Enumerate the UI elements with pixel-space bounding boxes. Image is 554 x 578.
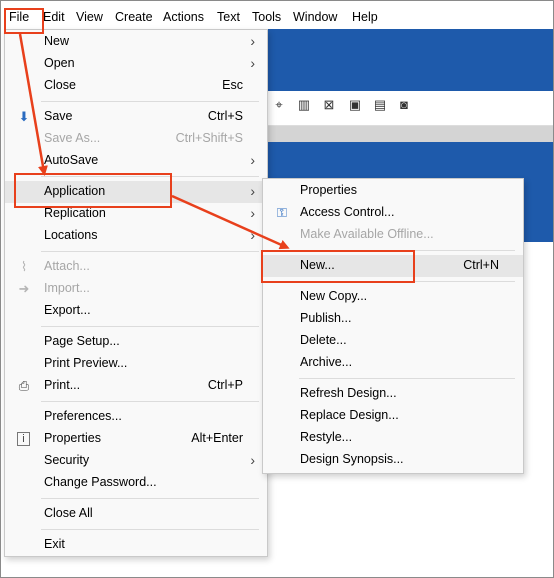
menu-item-attach[interactable]: ⌇ Attach...: [5, 256, 267, 278]
menu-item-change-password[interactable]: Change Password...: [5, 472, 267, 494]
submenu-item-new[interactable]: New... Ctrl+N: [263, 255, 523, 277]
delete-doc-icon[interactable]: ⊠: [321, 96, 337, 114]
menu-actions[interactable]: Actions: [163, 5, 204, 29]
menu-edit[interactable]: Edit: [43, 5, 65, 29]
chevron-right-icon: ›: [250, 33, 255, 49]
chevron-right-icon: ›: [250, 152, 255, 168]
layout-icon[interactable]: ▥: [296, 96, 312, 114]
menu-item-new[interactable]: New ›: [5, 31, 267, 53]
person-card-icon[interactable]: ▣: [347, 96, 363, 114]
submenu-item-archive[interactable]: Archive...: [263, 352, 523, 374]
menu-file[interactable]: File: [9, 5, 29, 29]
menu-item-export[interactable]: Export...: [5, 300, 267, 322]
submenu-item-replace-design[interactable]: Replace Design...: [263, 405, 523, 427]
menu-item-locations[interactable]: Locations ›: [5, 225, 267, 247]
menu-item-security[interactable]: Security ›: [5, 450, 267, 472]
menu-item-import[interactable]: ➜ Import...: [5, 278, 267, 300]
menu-item-page-setup[interactable]: Page Setup...: [5, 331, 267, 353]
menu-item-application[interactable]: Application ›: [5, 181, 267, 203]
menu-separator: [41, 498, 259, 499]
menu-item-close-all[interactable]: Close All: [5, 503, 267, 525]
menu-item-close[interactable]: Close Esc: [5, 75, 267, 97]
file-menu: New › Open › Close Esc ⬇ Save Ctrl+S Sav…: [4, 29, 268, 557]
menu-separator: [299, 250, 515, 251]
chevron-right-icon: ›: [250, 227, 255, 243]
chevron-right-icon: ›: [250, 452, 255, 468]
menu-tools[interactable]: Tools: [252, 5, 281, 29]
crosshair-icon[interactable]: ⌖: [271, 96, 287, 114]
key-icon: ⚿: [277, 205, 287, 220]
menu-separator: [41, 401, 259, 402]
app-tab-strip: [268, 126, 553, 142]
save-icon: ⬇: [18, 109, 30, 124]
menu-separator: [41, 326, 259, 327]
menu-item-replication[interactable]: Replication ›: [5, 203, 267, 225]
menu-separator: [41, 251, 259, 252]
lock-user-icon[interactable]: ▤: [372, 96, 388, 114]
help-icon[interactable]: ◙: [396, 96, 412, 114]
chevron-right-icon: ›: [250, 205, 255, 221]
submenu-item-new-copy[interactable]: New Copy...: [263, 286, 523, 308]
submenu-item-delete[interactable]: Delete...: [263, 330, 523, 352]
menu-create[interactable]: Create: [115, 5, 153, 29]
chevron-right-icon: ›: [250, 55, 255, 71]
menu-separator: [299, 281, 515, 282]
menu-window[interactable]: Window: [293, 5, 337, 29]
menu-separator: [299, 378, 515, 379]
submenu-item-restyle[interactable]: Restyle...: [263, 427, 523, 449]
menu-item-print-preview[interactable]: Print Preview...: [5, 353, 267, 375]
chevron-right-icon: ›: [250, 183, 255, 199]
submenu-item-access-control[interactable]: ⚿ Access Control...: [263, 202, 523, 224]
app-header-banner: [268, 29, 553, 91]
submenu-item-refresh-design[interactable]: Refresh Design...: [263, 383, 523, 405]
submenu-item-properties[interactable]: Properties: [263, 180, 523, 202]
paperclip-icon: ⌇: [20, 259, 28, 274]
submenu-item-make-available-offline[interactable]: Make Available Offline...: [263, 224, 523, 246]
menu-item-autosave[interactable]: AutoSave ›: [5, 150, 267, 172]
menu-item-properties[interactable]: i Properties Alt+Enter: [5, 428, 267, 450]
menu-item-save[interactable]: ⬇ Save Ctrl+S: [5, 106, 267, 128]
menu-view[interactable]: View: [76, 5, 103, 29]
submenu-item-design-synopsis[interactable]: Design Synopsis...: [263, 449, 523, 471]
menu-item-preferences[interactable]: Preferences...: [5, 406, 267, 428]
printer-icon: ⎙: [18, 378, 30, 393]
submenu-item-publish[interactable]: Publish...: [263, 308, 523, 330]
menu-item-exit[interactable]: Exit: [5, 534, 267, 556]
menu-item-save-as[interactable]: Save As... Ctrl+Shift+S: [5, 128, 267, 150]
application-submenu: Properties ⚿ Access Control... Make Avai…: [262, 178, 524, 474]
menu-separator: [41, 529, 259, 530]
menu-separator: [41, 176, 259, 177]
menu-separator: [41, 101, 259, 102]
import-icon: ➜: [18, 281, 30, 296]
menu-help[interactable]: Help: [352, 5, 378, 29]
menu-text[interactable]: Text: [217, 5, 240, 29]
menu-item-open[interactable]: Open ›: [5, 53, 267, 75]
info-icon: i: [17, 432, 30, 446]
menu-item-print[interactable]: ⎙ Print... Ctrl+P: [5, 375, 267, 397]
